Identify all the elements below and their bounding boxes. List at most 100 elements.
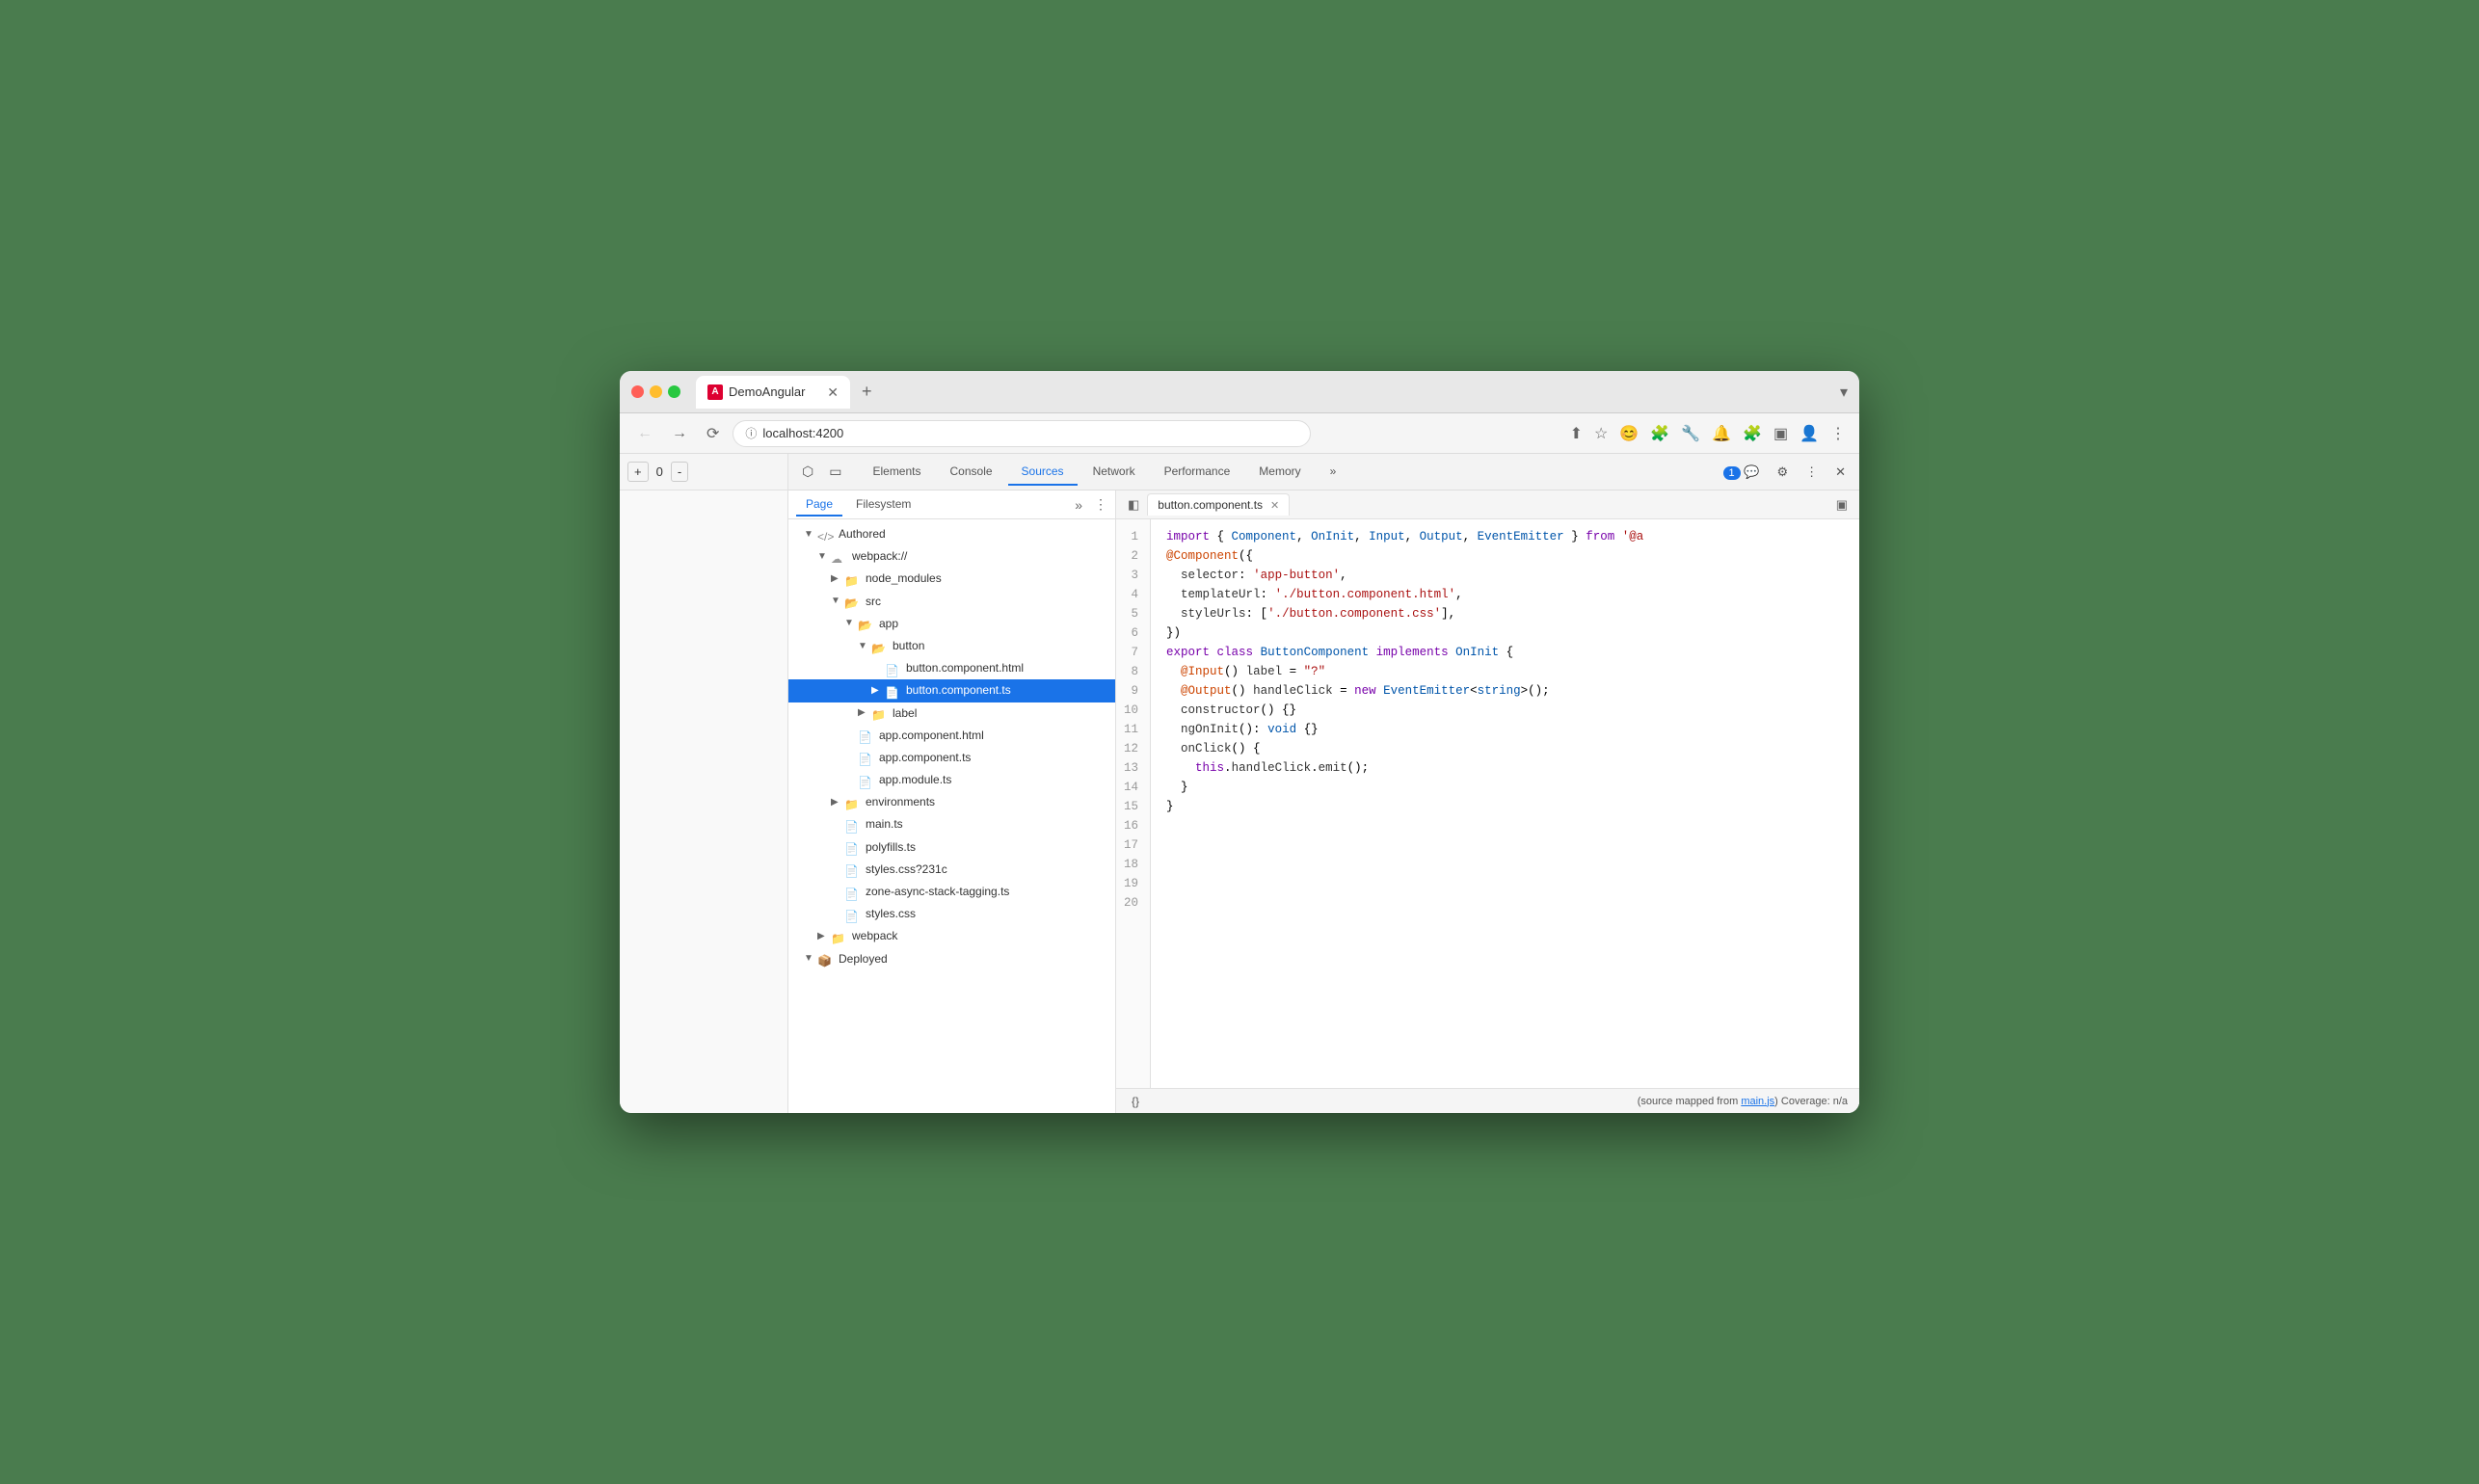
code-line-18: }: [1166, 778, 1844, 797]
user-avatar[interactable]: 👤: [1798, 422, 1821, 445]
extensions2-button[interactable]: 🔧: [1679, 422, 1702, 445]
secure-icon: ⓘ: [745, 425, 757, 441]
source-map-link[interactable]: main.js: [1741, 1096, 1774, 1107]
page-top-bar: + 0 -: [620, 454, 787, 490]
tree-item-webpack[interactable]: ▼ ☁ webpack://: [788, 545, 1115, 568]
file-tree: ▼ </> Authored ▼ ☁ webpack://: [788, 519, 1115, 1113]
code-tab-filename: button.component.ts: [1158, 498, 1263, 512]
tree-item-webpack-folder[interactable]: ▶ 📁 webpack: [788, 925, 1115, 947]
code-line-12: constructor() {}: [1166, 701, 1844, 720]
tree-label-app-html: app.component.html: [879, 727, 984, 745]
tab-console[interactable]: Console: [937, 459, 1006, 486]
tree-label-src: src: [866, 593, 881, 611]
tree-item-app-ts[interactable]: ▶ 📄 app.component.ts: [788, 747, 1115, 769]
tree-item-main-ts[interactable]: ▶ 📄 main.ts: [788, 813, 1115, 835]
tree-item-button-ts[interactable]: ▶ 📄 button.component.ts: [788, 679, 1115, 702]
console-badge-button[interactable]: 1 💬: [1718, 462, 1766, 483]
tree-item-button-html[interactable]: ▶ 📄 button.component.html: [788, 657, 1115, 679]
close-devtools-button[interactable]: ✕: [1829, 462, 1852, 483]
code-tab-close-button[interactable]: ✕: [1270, 499, 1279, 512]
browser-window: A DemoAngular ✕ + ▾ ← → ⟳ ⓘ localhost:42…: [620, 371, 1859, 1113]
tab-close-button[interactable]: ✕: [827, 385, 839, 399]
code-line-10: @Output() handleClick = new EventEmitter…: [1166, 681, 1844, 701]
code-line-4: selector: 'app-button',: [1166, 566, 1844, 585]
share-button[interactable]: ⬆: [1568, 422, 1585, 445]
new-tab-button[interactable]: +: [854, 378, 880, 406]
forward-button[interactable]: →: [666, 421, 693, 446]
tab-memory[interactable]: Memory: [1245, 459, 1314, 486]
code-line-19: }: [1166, 797, 1844, 816]
minimize-button[interactable]: [650, 385, 662, 398]
tree-item-environments[interactable]: ▶ 📁 environments: [788, 791, 1115, 813]
code-line-14: ngOnInit(): void {}: [1166, 720, 1844, 739]
source-map-prefix: (source mapped from: [1638, 1096, 1742, 1107]
code-area-right: ▣: [1832, 495, 1852, 515]
sidebar-tab-filesystem[interactable]: Filesystem: [846, 493, 920, 517]
tab-elements[interactable]: Elements: [859, 459, 934, 486]
tab-more[interactable]: »: [1317, 459, 1350, 486]
tree-item-label-folder[interactable]: ▶ 📁 label: [788, 702, 1115, 725]
tree-item-polyfills[interactable]: ▶ 📄 polyfills.ts: [788, 836, 1115, 859]
maximize-button[interactable]: [668, 385, 680, 398]
devtools-content: Page Filesystem » ⋮ ▼ </> Authored: [788, 490, 1859, 1113]
tree-item-authored[interactable]: ▼ </> Authored: [788, 523, 1115, 545]
format-button[interactable]: {}: [1128, 1095, 1143, 1108]
puzzle-button[interactable]: 🧩: [1741, 422, 1764, 445]
nav-bar: ← → ⟳ ⓘ localhost:4200 ⬆ ☆ 😊 🧩 🔧 🔔 🧩 ▣ 👤…: [620, 413, 1859, 454]
tree-item-app-module[interactable]: ▶ 📄 app.module.ts: [788, 769, 1115, 791]
tab-network[interactable]: Network: [1080, 459, 1149, 486]
address-bar[interactable]: ⓘ localhost:4200: [733, 420, 1311, 447]
tree-label-environments: environments: [866, 793, 935, 811]
tree-item-node-modules[interactable]: ▶ 📁 node_modules: [788, 568, 1115, 590]
tree-label-authored: Authored: [839, 525, 886, 543]
refresh-button[interactable]: ⟳: [701, 420, 725, 447]
code-line-1: import { Component, OnInit, Input, Outpu…: [1166, 527, 1844, 546]
tree-item-app-html[interactable]: ▶ 📄 app.component.html: [788, 725, 1115, 747]
tab-title: DemoAngular: [729, 384, 806, 399]
tree-item-styles-hash[interactable]: ▶ 📄 styles.css?231c: [788, 859, 1115, 881]
tree-item-deployed[interactable]: ▼ 📦 Deployed: [788, 948, 1115, 970]
traffic-lights: [631, 385, 680, 398]
device-toggle-button[interactable]: ▭: [823, 460, 847, 484]
extensions3-button[interactable]: 🔔: [1710, 422, 1733, 445]
sidebar-more-button[interactable]: »: [1075, 497, 1082, 513]
tree-item-styles-css[interactable]: ▶ 📄 styles.css: [788, 903, 1115, 925]
more-options-button[interactable]: ⋮: [1799, 462, 1824, 483]
tab-sources[interactable]: Sources: [1008, 459, 1078, 486]
sidebar-tab-page[interactable]: Page: [796, 493, 842, 517]
tree-label-webpack-folder: webpack: [852, 927, 897, 945]
nav-actions: ⬆ ☆ 😊 🧩 🔧 🔔 🧩 ▣ 👤 ⋮: [1568, 422, 1848, 445]
sidebar-kebab-menu[interactable]: ⋮: [1094, 496, 1107, 513]
code-content: 1 2 3 4 5 6 7 8 9 10 11 12 13: [1116, 519, 1859, 1088]
extensions-button[interactable]: 🧩: [1648, 422, 1671, 445]
tree-item-zone[interactable]: ▶ 📄 zone-async-stack-tagging.ts: [788, 881, 1115, 903]
sidebar-toggle[interactable]: ▣: [1772, 422, 1790, 445]
tree-label-deployed: Deployed: [839, 950, 888, 968]
panel-left-button[interactable]: ◧: [1124, 495, 1143, 515]
browser-tab[interactable]: A DemoAngular ✕: [696, 376, 850, 409]
code-line-6: styleUrls: ['./button.component.css'],: [1166, 604, 1844, 623]
bookmark-button[interactable]: ☆: [1592, 422, 1610, 445]
inspect-element-button[interactable]: ⬡: [796, 460, 819, 484]
close-button[interactable]: [631, 385, 644, 398]
menu-button[interactable]: ⋮: [1828, 422, 1848, 445]
profile-icon[interactable]: 😊: [1617, 422, 1640, 445]
tree-item-src[interactable]: ▼ 📂 src: [788, 591, 1115, 613]
panel-right-button[interactable]: ▣: [1832, 495, 1852, 515]
devtools-right-icons: 1 💬 ⚙ ⋮ ✕: [1718, 462, 1853, 483]
zoom-minus-button[interactable]: -: [671, 462, 688, 482]
tab-bar-menu[interactable]: ▾: [1840, 383, 1848, 402]
tree-item-button-folder[interactable]: ▼ 📂 button: [788, 635, 1115, 657]
tree-label-node-modules: node_modules: [866, 570, 942, 588]
settings-button[interactable]: ⚙: [1771, 462, 1794, 483]
back-button[interactable]: ←: [631, 421, 658, 446]
page-preview-panel: + 0 -: [620, 454, 788, 1113]
code-file-tab[interactable]: button.component.ts ✕: [1147, 493, 1290, 516]
tree-label-main-ts: main.ts: [866, 815, 903, 834]
tree-item-app[interactable]: ▼ 📂 app: [788, 613, 1115, 635]
code-line-17: this.handleClick.emit();: [1166, 758, 1844, 778]
zoom-plus-button[interactable]: +: [627, 462, 649, 482]
tree-label-button-html: button.component.html: [906, 659, 1024, 677]
tab-performance[interactable]: Performance: [1151, 459, 1244, 486]
sidebar-tabs: Page Filesystem » ⋮: [788, 490, 1115, 519]
